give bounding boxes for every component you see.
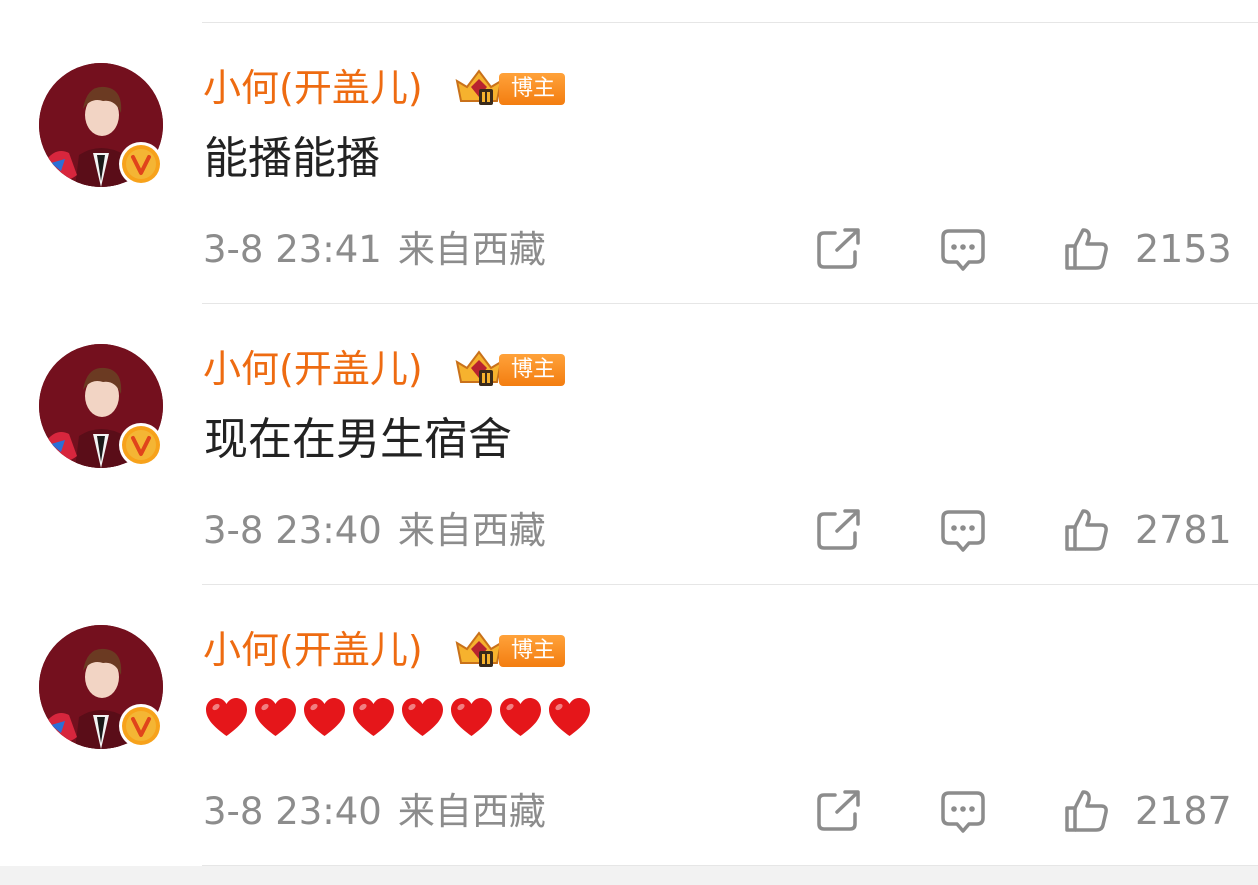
- verified-badge: [119, 704, 163, 748]
- comment-icon: [941, 229, 985, 271]
- crown-badge-icon: [455, 69, 503, 105]
- like-count: 2781: [1135, 508, 1232, 552]
- verified-badge: [119, 142, 163, 186]
- share-button[interactable]: [815, 226, 863, 272]
- thumbs-up-icon: [1065, 509, 1108, 551]
- verified-badge: [119, 423, 163, 467]
- reply-button[interactable]: [939, 226, 987, 272]
- comment-icon: [941, 791, 985, 833]
- verified-v-icon: [122, 426, 160, 464]
- like-button[interactable]: 2187: [1063, 788, 1232, 834]
- comment-time: 3-8 23:40: [203, 790, 382, 833]
- red-heart-icon: [206, 698, 247, 736]
- comment-meta: 3-8 23:41 来自西藏: [203, 227, 546, 273]
- thumbs-up-icon: [1065, 790, 1108, 832]
- comment-meta: 3-8 23:40 来自西藏: [203, 789, 546, 835]
- crown-badge-icon: [455, 350, 503, 386]
- thumbs-up-icon: [1065, 228, 1108, 270]
- comment-location: 来自西藏: [397, 790, 546, 833]
- reply-button[interactable]: [939, 507, 987, 553]
- red-heart-icon: [353, 698, 394, 736]
- avatar[interactable]: [39, 63, 163, 187]
- red-heart-icon: [549, 698, 590, 736]
- comment-location: 来自西藏: [397, 228, 546, 271]
- red-heart-icon: [500, 698, 541, 736]
- red-heart-icon: [255, 698, 296, 736]
- comment-item: 小何(开盖儿) 博主 能播能播 3-8 23:41 来自西藏 2153: [0, 0, 1258, 281]
- share-icon: [817, 790, 860, 831]
- verified-v-icon: [122, 145, 160, 183]
- comment-icon: [941, 510, 985, 552]
- comment-list: 小何(开盖儿) 博主 能播能播 3-8 23:41 来自西藏 2153 小何(开…: [0, 0, 1258, 885]
- share-button[interactable]: [815, 507, 863, 553]
- comment-item: 小何(开盖儿) 博主 3-8 23:40 来自西藏 2187: [0, 562, 1258, 843]
- share-icon: [817, 228, 860, 269]
- avatar[interactable]: [39, 625, 163, 749]
- badge-label: 博主: [499, 635, 565, 667]
- like-button[interactable]: 2153: [1063, 226, 1232, 272]
- username[interactable]: 小何(开盖儿): [203, 347, 423, 391]
- red-heart-icon: [451, 698, 492, 736]
- red-heart-icon: [402, 698, 443, 736]
- red-heart-icon: [304, 698, 345, 736]
- avatar[interactable]: [39, 344, 163, 468]
- verified-v-icon: [122, 707, 160, 745]
- share-icon: [817, 509, 860, 550]
- comment-location: 来自西藏: [397, 509, 546, 552]
- username[interactable]: 小何(开盖儿): [203, 66, 423, 110]
- comment-text: 能播能播: [204, 133, 380, 184]
- comment-item: 小何(开盖儿) 博主 现在在男生宿舍 3-8 23:40 来自西藏 2781: [0, 281, 1258, 562]
- like-count: 2153: [1135, 227, 1232, 271]
- username[interactable]: 小何(开盖儿): [203, 628, 423, 672]
- like-count: 2187: [1135, 789, 1232, 833]
- bottom-spacer: [0, 866, 1258, 885]
- reply-button[interactable]: [939, 788, 987, 834]
- comment-emoji-row: [204, 696, 592, 738]
- like-button[interactable]: 2781: [1063, 507, 1232, 553]
- comment-meta: 3-8 23:40 来自西藏: [203, 508, 546, 554]
- comment-time: 3-8 23:41: [203, 228, 382, 271]
- crown-badge-icon: [455, 631, 503, 667]
- badge-label: 博主: [499, 354, 565, 386]
- comment-time: 3-8 23:40: [203, 509, 382, 552]
- badge-label: 博主: [499, 73, 565, 105]
- comment-text: 现在在男生宿舍: [204, 414, 512, 465]
- share-button[interactable]: [815, 788, 863, 834]
